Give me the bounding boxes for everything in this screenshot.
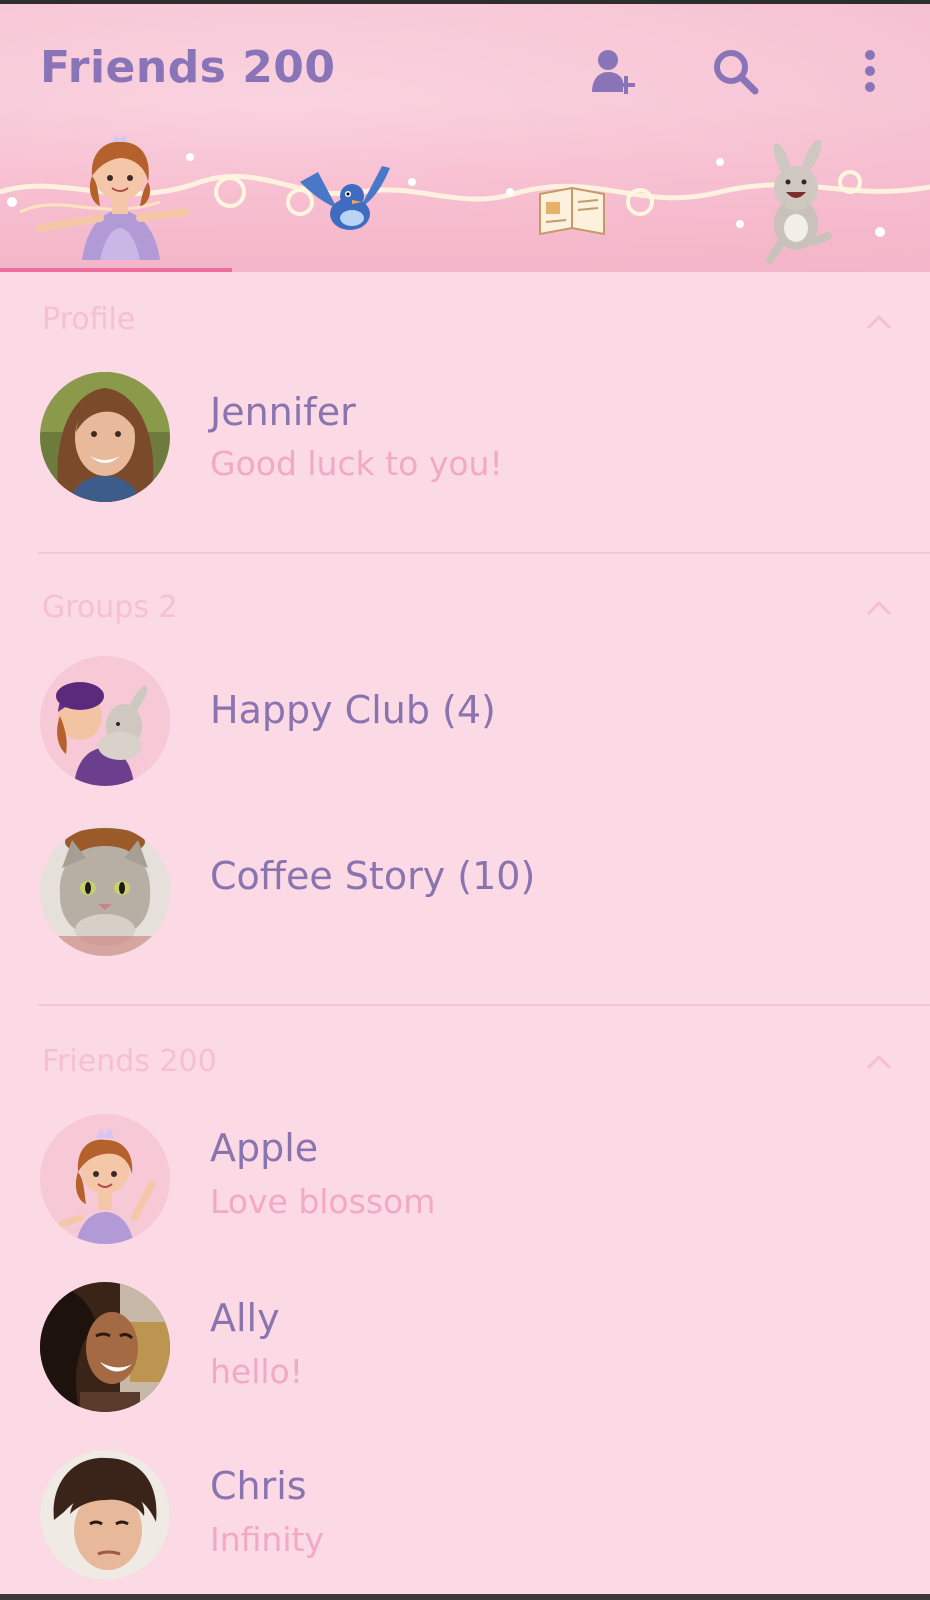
avatar [40, 656, 170, 786]
search-icon[interactable] [708, 44, 764, 100]
list-item-group[interactable]: Happy Club (4) [0, 656, 930, 796]
page-title: Friends 200 [40, 42, 336, 93]
list-item-group[interactable]: Coffee Story (10) [0, 826, 930, 966]
app-header: Friends 200 [0, 4, 930, 272]
friend-name: Chris [210, 1464, 307, 1508]
list-item-friend[interactable]: Apple Love blossom [0, 1114, 930, 1254]
avatar [40, 1114, 170, 1244]
banner-illustration [0, 134, 930, 264]
friend-name: Apple [210, 1126, 319, 1170]
chevron-up-icon[interactable] [864, 312, 894, 332]
friend-status: Love blossom [210, 1182, 436, 1221]
section-header-profile: Profile [42, 302, 136, 337]
friend-status: hello! [210, 1352, 303, 1391]
divider [38, 1004, 930, 1006]
friend-status: Good luck to you! [210, 444, 503, 483]
frame-bottom [0, 1594, 930, 1600]
friend-name: Ally [210, 1296, 280, 1340]
divider [38, 552, 930, 554]
list-item-friend[interactable]: Chris Infinity [0, 1450, 930, 1590]
chevron-up-icon[interactable] [864, 598, 894, 618]
avatar [40, 1282, 170, 1412]
section-header-groups: Groups 2 [42, 590, 178, 625]
section-header-friends: Friends 200 [42, 1044, 217, 1079]
group-name: Happy Club (4) [210, 688, 496, 732]
list-item-profile[interactable]: Jennifer Good luck to you! [0, 372, 930, 512]
avatar [40, 372, 170, 502]
friend-name: Jennifer [210, 390, 356, 434]
add-friend-icon[interactable] [586, 44, 642, 100]
friend-status: Infinity [210, 1520, 324, 1559]
avatar [40, 826, 170, 956]
group-name: Coffee Story (10) [210, 854, 536, 898]
tab-indicator [0, 268, 232, 272]
list-item-friend[interactable]: Ally hello! [0, 1282, 930, 1422]
avatar [40, 1450, 170, 1580]
more-vertical-icon[interactable] [842, 44, 898, 100]
chevron-up-icon[interactable] [864, 1052, 894, 1072]
